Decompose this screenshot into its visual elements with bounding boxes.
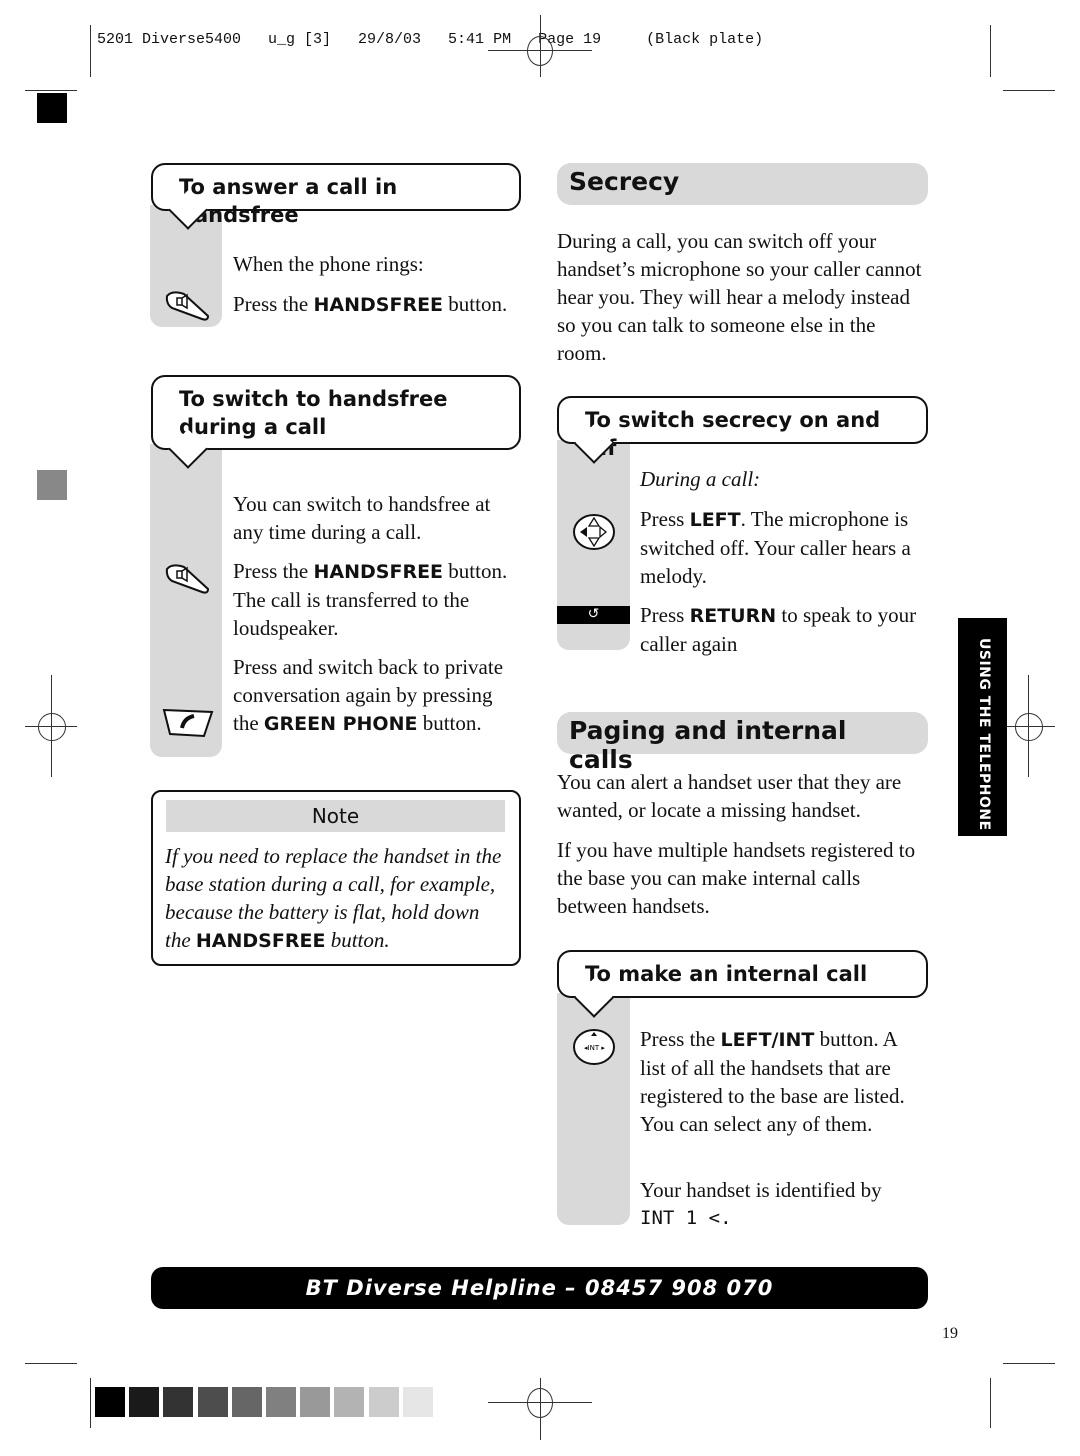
helpline-banner: BT Diverse Helpline – 08457 908 070 bbox=[151, 1267, 928, 1309]
text: Press bbox=[640, 507, 690, 531]
secrecy-step-left: Press LEFT. The microphone is switched o… bbox=[640, 505, 925, 590]
crop-mark bbox=[25, 1363, 77, 1364]
return-key-icon: ↺ bbox=[557, 606, 630, 624]
manual-page: 5201 Diverse5400 u_g [3] 29/8/03 5:41 PM… bbox=[0, 0, 1080, 1456]
key-name: HANDSFREE bbox=[313, 561, 444, 583]
crop-mark bbox=[1003, 1363, 1055, 1364]
crop-mark bbox=[990, 1378, 991, 1428]
registration-circle bbox=[527, 36, 553, 66]
answer-intro: When the phone rings: bbox=[233, 252, 424, 276]
text: Press the bbox=[233, 559, 314, 583]
secrecy-heading: To switch secrecy on and off bbox=[557, 396, 928, 460]
text: Press the bbox=[640, 1027, 721, 1051]
color-swatch bbox=[129, 1387, 160, 1417]
registration-circle bbox=[38, 713, 66, 741]
color-swatch bbox=[163, 1387, 194, 1417]
registration-circle bbox=[1015, 713, 1043, 741]
green-phone-icon bbox=[162, 708, 214, 738]
note-title: Note bbox=[166, 800, 505, 832]
key-name: LEFT bbox=[689, 509, 741, 531]
crop-mark bbox=[90, 1378, 91, 1428]
color-swatch bbox=[95, 1387, 125, 1417]
text: Press bbox=[640, 603, 690, 627]
section-tab: USING THE TELEPHONE bbox=[958, 618, 1007, 836]
color-swatch bbox=[402, 1387, 433, 1417]
svg-text:◂INT ▸: ◂INT ▸ bbox=[584, 1044, 605, 1052]
key-name: RETURN bbox=[689, 605, 777, 627]
text: button. bbox=[325, 928, 390, 952]
switch-step-green-phone: Press and switch back to private convers… bbox=[233, 653, 518, 738]
handset-display-text: INT 1 <. bbox=[640, 1207, 732, 1229]
answer-step: Press the HANDSFREE button. bbox=[233, 290, 507, 319]
color-swatch bbox=[266, 1387, 296, 1417]
print-slug: 5201 Diverse5400 u_g [3] 29/8/03 5:41 PM… bbox=[97, 31, 764, 48]
text: button. bbox=[443, 292, 508, 316]
crop-mark bbox=[90, 25, 91, 77]
color-swatch bbox=[231, 1387, 262, 1417]
color-swatch bbox=[368, 1387, 399, 1417]
answer-handsfree-heading: To answer a call in handsfree bbox=[151, 163, 521, 227]
switch-handsfree-heading: To switch to handsfree during a call bbox=[151, 375, 521, 450]
handsfree-button-icon bbox=[165, 564, 210, 594]
gray-square-mark bbox=[37, 470, 67, 500]
internal-call-step: Press the LEFT/INT button. A list of all… bbox=[640, 1025, 925, 1138]
page-number: 19 bbox=[942, 1325, 958, 1342]
key-name: LEFT/INT bbox=[720, 1029, 815, 1051]
section-tab-label: USING THE TELEPHONE bbox=[976, 638, 992, 831]
switch-step-handsfree: Press the HANDSFREE button. The call is … bbox=[233, 557, 525, 642]
paging-intro: You can alert a handset user that they a… bbox=[557, 770, 902, 822]
during-call-label: During a call: bbox=[640, 467, 761, 491]
key-name: GREEN PHONE bbox=[263, 713, 418, 735]
key-name: HANDSFREE bbox=[313, 294, 444, 316]
crop-mark bbox=[25, 90, 77, 91]
left-int-key-icon: ◂INT ▸ bbox=[573, 1029, 615, 1065]
text: button. bbox=[417, 711, 482, 735]
internal-call-heading: To make an internal call bbox=[557, 950, 928, 998]
secrecy-step-return: Press RETURN to speak to your caller aga… bbox=[640, 601, 920, 658]
secrecy-title: Secrecy bbox=[557, 163, 928, 205]
navigation-key-icon bbox=[573, 514, 615, 550]
secrecy-intro: During a call, you can switch off your h… bbox=[557, 229, 922, 365]
text: Press the bbox=[233, 292, 314, 316]
paging-title: Paging and internal calls bbox=[557, 712, 928, 774]
note-text: If you need to replace the handset in th… bbox=[165, 842, 510, 955]
crop-mark bbox=[990, 25, 991, 77]
switch-intro: You can switch to handsfree at any time … bbox=[233, 492, 491, 544]
color-swatch bbox=[300, 1387, 331, 1417]
crop-mark bbox=[1003, 90, 1055, 91]
handsfree-button-icon bbox=[165, 291, 210, 321]
key-name: HANDSFREE bbox=[195, 930, 326, 952]
color-swatch bbox=[197, 1387, 228, 1417]
registration-circle bbox=[527, 1388, 553, 1418]
paging-multiple: If you have multiple handsets registered… bbox=[557, 838, 916, 918]
handset-identified: Your handset is identified by bbox=[640, 1178, 882, 1202]
color-swatch bbox=[334, 1387, 365, 1417]
black-square-mark bbox=[37, 93, 67, 123]
